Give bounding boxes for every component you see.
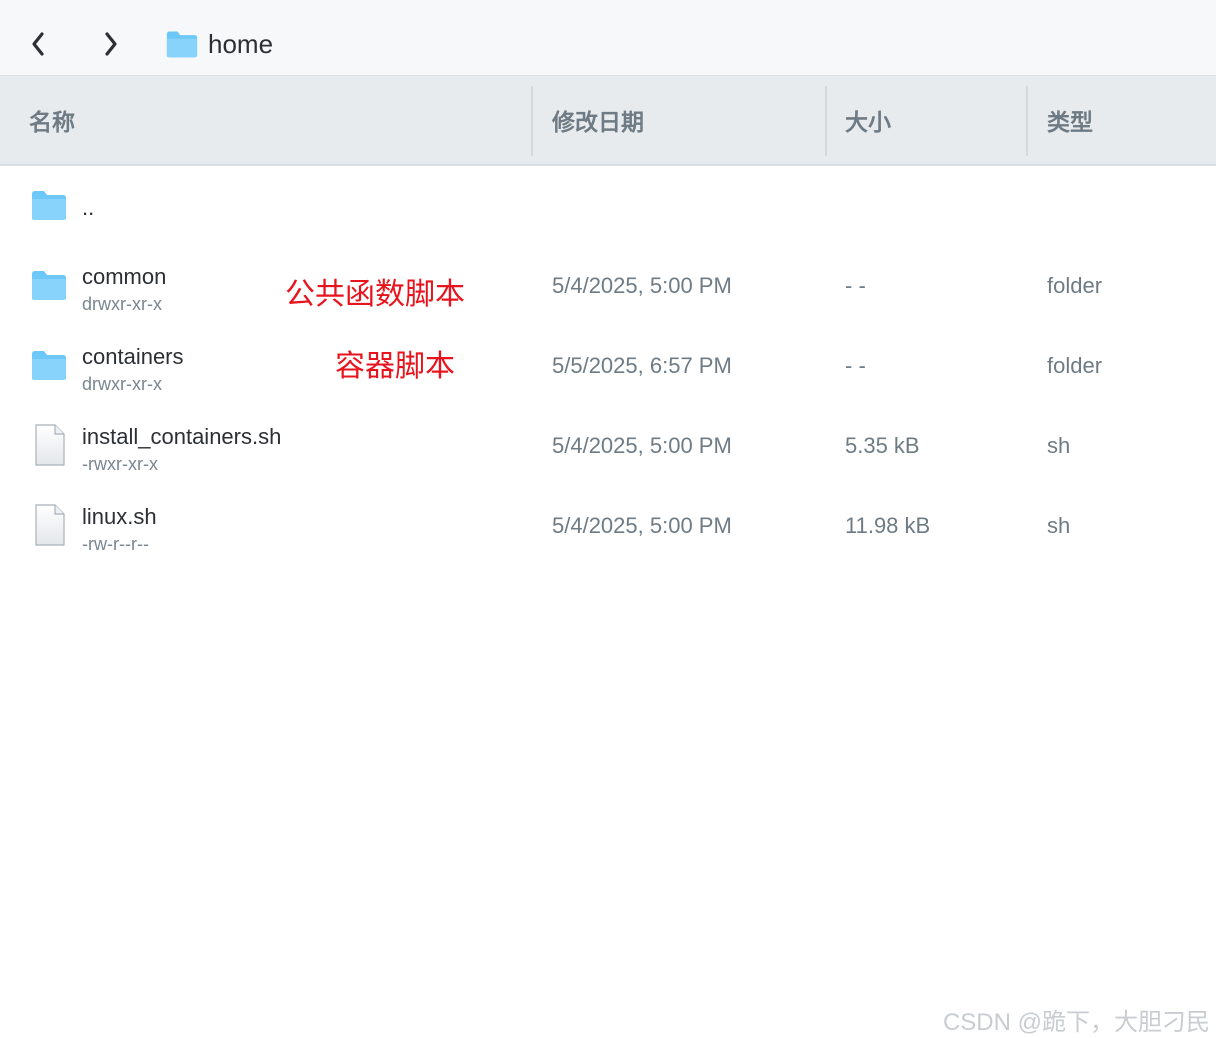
- watermark: CSDN @跪下，大胆刁民: [942, 1009, 1210, 1036]
- file-permissions: -rwxr-xr-x: [82, 454, 158, 474]
- column-divider[interactable]: [825, 86, 827, 156]
- file-permissions: drwxr-xr-x: [82, 294, 162, 314]
- back-button[interactable]: [24, 24, 52, 64]
- folder-icon: [32, 271, 66, 300]
- column-type[interactable]: 类型: [1047, 76, 1093, 164]
- chevron-right-icon: [105, 32, 117, 56]
- file-row-containers[interactable]: containers drwxr-xr-x 5/5/2025, 6:57 PM …: [0, 327, 1216, 407]
- file-size: 11.98 kB: [845, 513, 931, 538]
- file-row-linux[interactable]: linux.sh -rw-r--r-- 5/4/2025, 5:00 PM 11…: [0, 487, 1216, 567]
- file-icon: [35, 504, 65, 546]
- column-header: 名称 修改日期 大小 类型: [0, 76, 1216, 166]
- file-size: - -: [845, 353, 866, 378]
- file-name: common: [82, 264, 167, 289]
- file-icon: [35, 424, 65, 466]
- file-size: 5.35 kB: [845, 433, 920, 458]
- file-name: linux.sh: [82, 504, 157, 529]
- breadcrumb[interactable]: home: [166, 26, 273, 62]
- breadcrumb-label: home: [208, 28, 274, 59]
- column-divider[interactable]: [531, 86, 533, 156]
- file-modified: 5/4/2025, 5:00 PM: [552, 273, 732, 298]
- file-modified: 5/5/2025, 6:57 PM: [552, 353, 732, 378]
- file-type: sh: [1047, 513, 1071, 538]
- annotation-common: 公共函数脚本: [285, 278, 465, 311]
- column-modified[interactable]: 修改日期: [552, 76, 644, 164]
- forward-button[interactable]: [97, 24, 125, 64]
- file-type: sh: [1047, 433, 1071, 458]
- toolbar: home: [0, 0, 1216, 76]
- file-name: ..: [82, 195, 95, 220]
- annotation-containers: 容器脚本: [335, 350, 455, 383]
- file-row-common[interactable]: common drwxr-xr-x 5/4/2025, 5:00 PM - - …: [0, 247, 1216, 327]
- file-permissions: drwxr-xr-x: [82, 374, 162, 394]
- folder-icon: [166, 31, 198, 58]
- column-size[interactable]: 大小: [845, 76, 891, 164]
- file-row-parent[interactable]: ..: [0, 167, 1216, 247]
- file-row-install-containers[interactable]: install_containers.sh -rwxr-xr-x 5/4/202…: [0, 407, 1216, 487]
- folder-icon: [32, 191, 66, 220]
- folder-icon: [32, 351, 66, 380]
- file-permissions: -rw-r--r--: [82, 534, 149, 554]
- file-name: install_containers.sh: [82, 424, 282, 449]
- chevron-left-icon: [32, 32, 44, 56]
- file-modified: 5/4/2025, 5:00 PM: [552, 433, 732, 458]
- file-type: folder: [1047, 353, 1103, 378]
- file-type: folder: [1047, 273, 1103, 298]
- file-modified: 5/4/2025, 5:00 PM: [552, 513, 732, 538]
- column-name[interactable]: 名称: [29, 76, 75, 164]
- file-name: containers: [82, 344, 184, 369]
- file-size: - -: [845, 273, 866, 298]
- column-divider[interactable]: [1026, 86, 1028, 156]
